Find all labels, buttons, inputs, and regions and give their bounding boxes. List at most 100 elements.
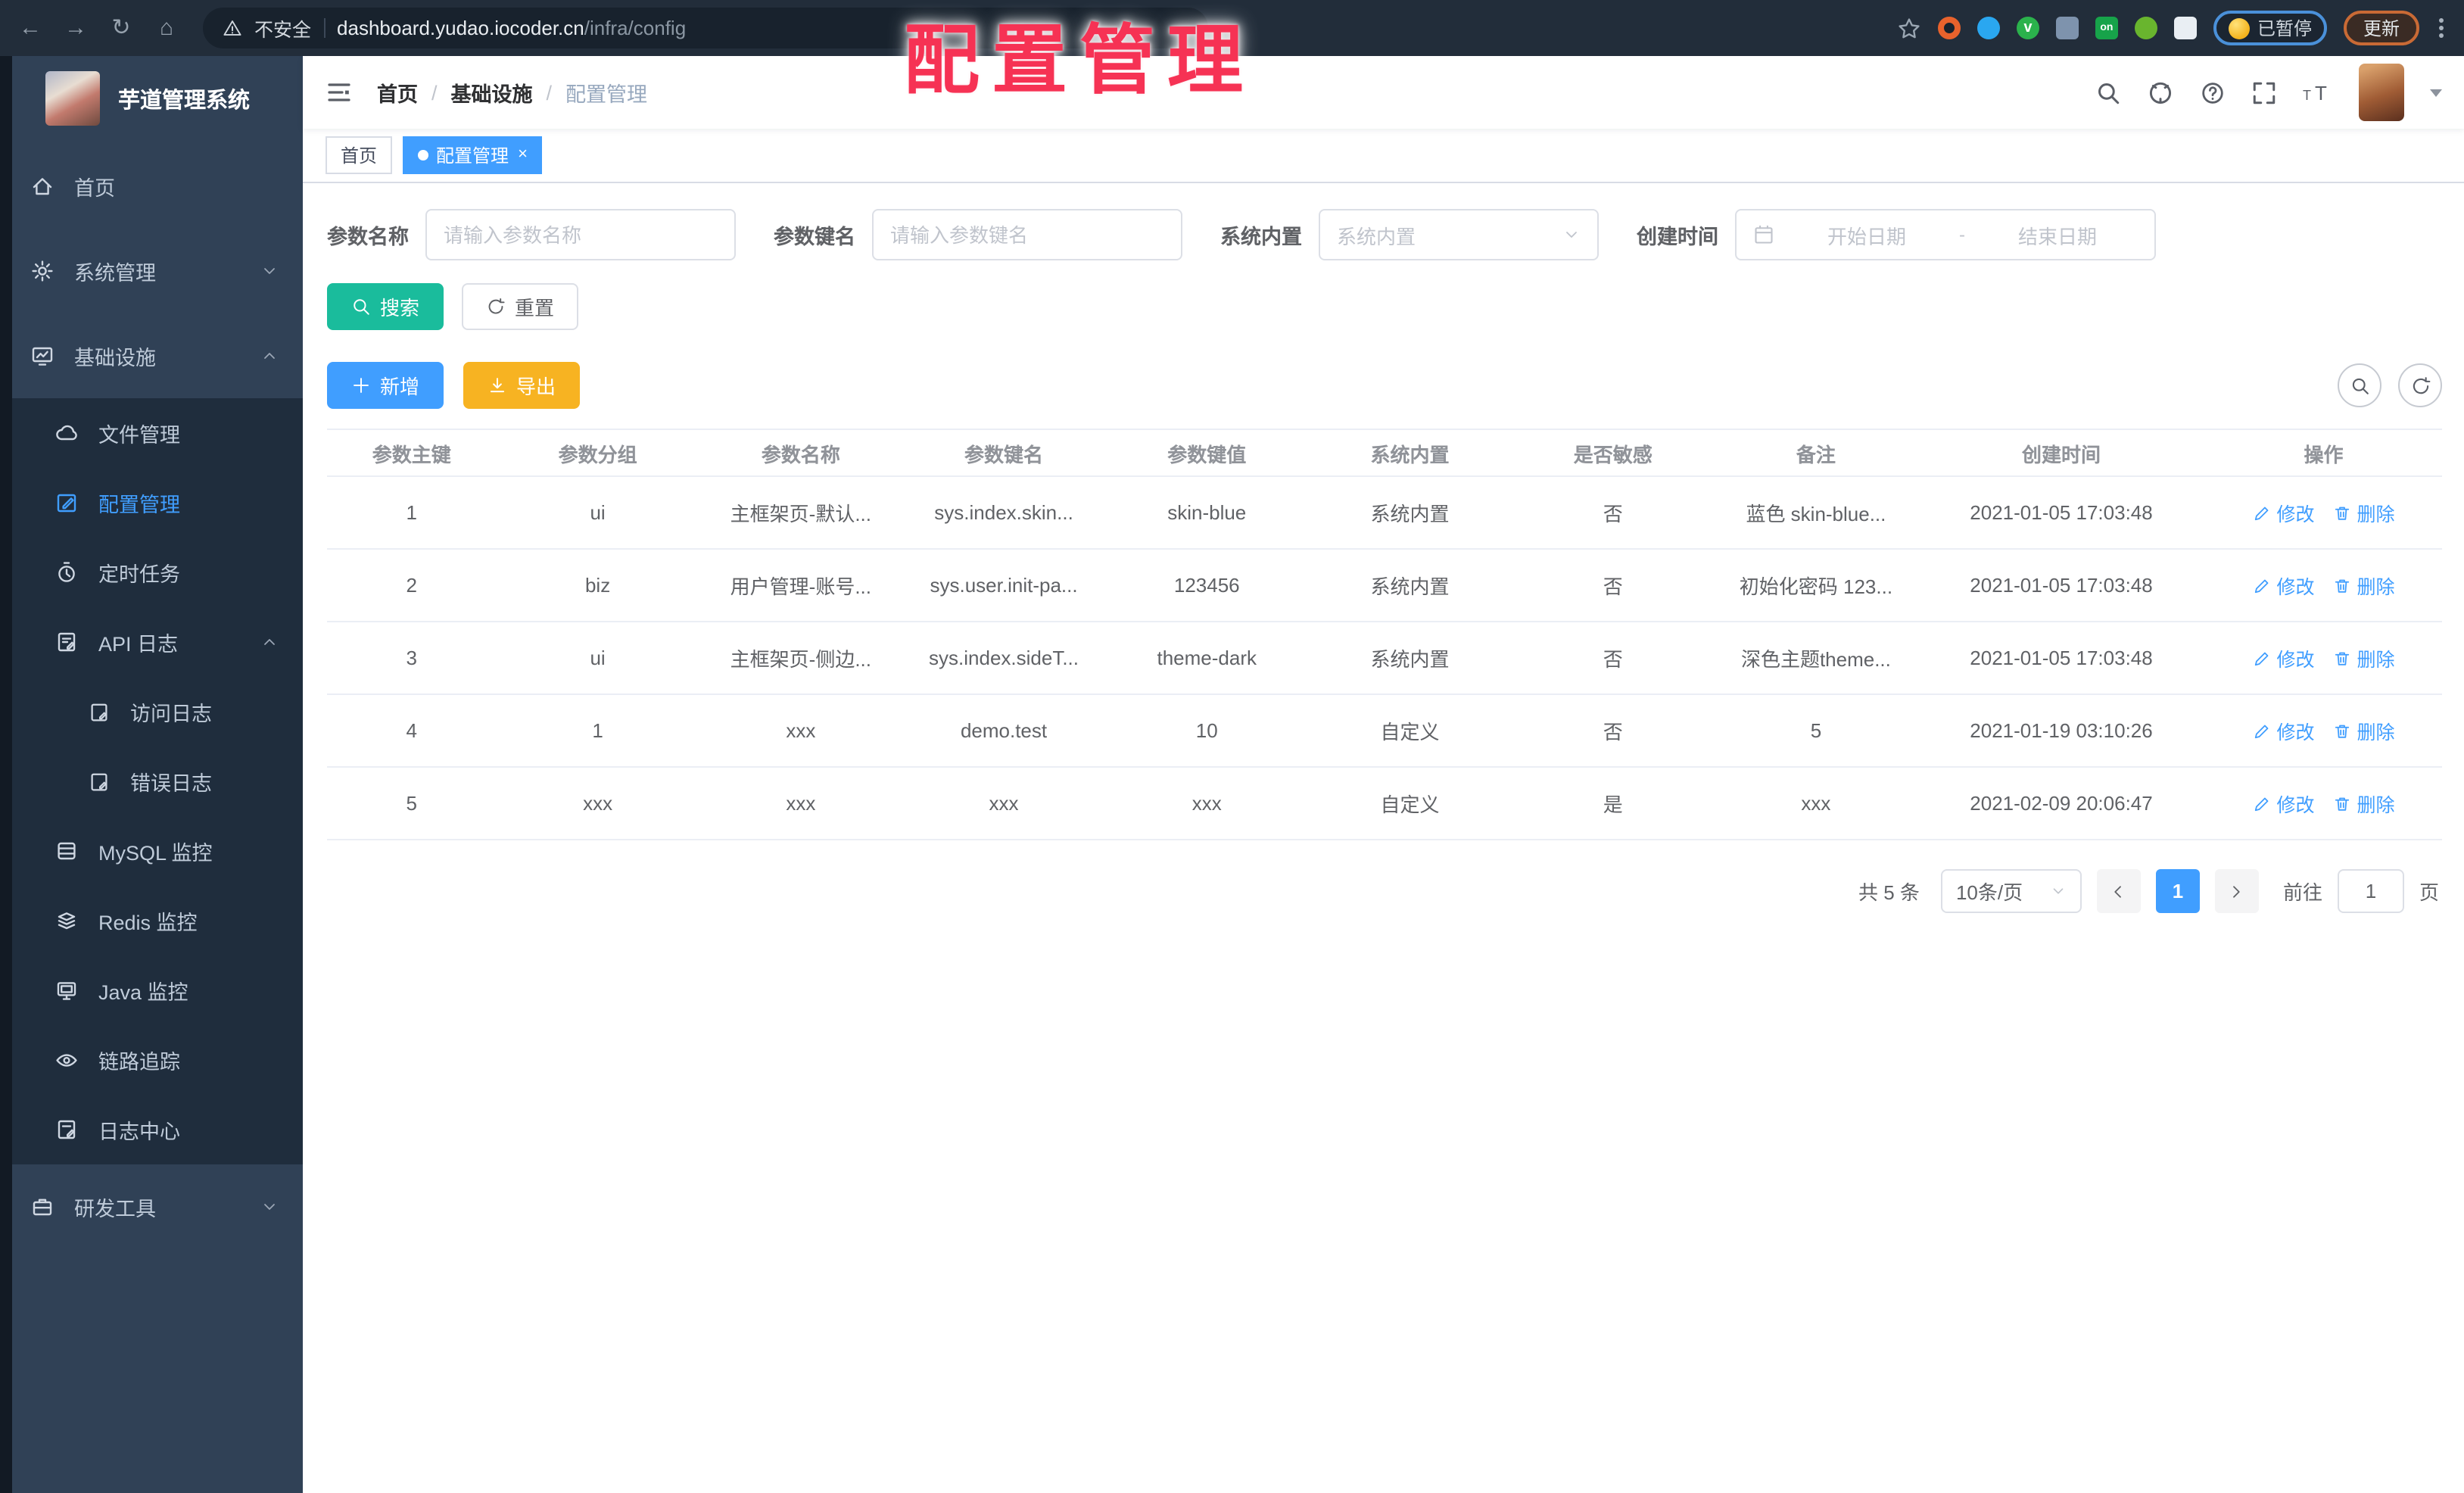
paused-badge[interactable]: 已暂停 [2213, 11, 2327, 45]
fullscreen-icon[interactable] [2251, 79, 2277, 105]
back-icon[interactable]: ← [18, 17, 42, 39]
edit-link[interactable]: 修改 [2252, 498, 2315, 527]
sidebar-item-apilog[interactable]: API 日志 [0, 607, 303, 677]
page-size-value: 10条/页 [1955, 881, 2023, 904]
github-icon[interactable] [2147, 79, 2174, 106]
delete-link[interactable]: 删除 [2333, 644, 2395, 672]
extension-icon[interactable] [1976, 17, 2000, 39]
delete-link[interactable]: 删除 [2333, 498, 2395, 527]
next-page-button[interactable] [2214, 869, 2259, 913]
export-button[interactable]: 导出 [463, 362, 581, 409]
tab-home[interactable]: 首页 [326, 136, 393, 174]
table-cell: 用户管理-账号... [699, 549, 902, 622]
extension-icon[interactable] [2055, 17, 2079, 39]
sidebar-item-config[interactable]: 配置管理 [0, 468, 303, 538]
breadcrumb-item[interactable]: 首页 [377, 77, 418, 108]
page-number-current[interactable]: 1 [2155, 869, 2200, 913]
reset-button[interactable]: 重置 [462, 283, 579, 330]
sidebar-item-mysql[interactable]: MySQL 监控 [0, 816, 303, 886]
tab-label: 首页 [341, 145, 378, 167]
chevron-down-icon [264, 268, 275, 274]
edit-link[interactable]: 修改 [2252, 789, 2315, 818]
monitor-chart-icon [32, 347, 53, 366]
sidebar-item-label: 链路追踪 [98, 1051, 180, 1074]
param-name-input[interactable] [444, 210, 718, 259]
date-start-placeholder: 开始日期 [1827, 225, 1906, 248]
table-cell: 主框架页-默认... [699, 476, 902, 550]
date-range-separator: - [1959, 224, 1965, 245]
eye-icon [56, 1054, 77, 1067]
sidebar-item-system[interactable]: 系统管理 [0, 229, 303, 313]
breadcrumb-item[interactable]: 基础设施 [451, 77, 533, 108]
sidebar-item-errorlog[interactable]: 错误日志 [0, 746, 303, 816]
calendar-icon [1755, 225, 1773, 244]
help-icon[interactable] [2200, 79, 2226, 105]
close-icon[interactable]: × [518, 146, 528, 164]
page-size-select[interactable]: 10条/页 [1940, 869, 2082, 913]
update-button[interactable]: 更新 [2343, 11, 2419, 45]
date-range-picker[interactable]: 开始日期 - 结束日期 [1735, 209, 2156, 260]
table-cell: 2021-01-19 03:10:26 [1917, 694, 2205, 768]
sidebar-item-accesslog[interactable]: 访问日志 [0, 677, 303, 746]
font-size-icon[interactable]: TT [2303, 80, 2333, 104]
extension-icon[interactable] [2134, 17, 2157, 39]
log-document-icon [91, 772, 107, 790]
search-button[interactable]: 搜索 [327, 283, 444, 330]
column-header: 参数名称 [699, 429, 902, 477]
toggle-search-button[interactable] [2338, 363, 2381, 407]
sidebar-item-label: Java 监控 [98, 981, 188, 1004]
sidebar-item-file[interactable]: 文件管理 [0, 398, 303, 468]
filter-label: 系统内置 [1220, 226, 1302, 248]
download-icon [490, 378, 505, 393]
builtin-select[interactable]: 系统内置 [1319, 209, 1599, 260]
app-logo-image [45, 71, 100, 126]
monitor-icon [57, 982, 76, 1000]
edit-link[interactable]: 修改 [2252, 644, 2315, 672]
briefcase-icon [33, 1198, 52, 1216]
sidebar-item-trace[interactable]: 链路追踪 [0, 1025, 303, 1095]
prev-page-button[interactable] [2096, 869, 2141, 913]
extension-icon[interactable] [1937, 17, 1961, 39]
extension-icon[interactable]: v [2016, 17, 2039, 39]
column-header: 备注 [1714, 429, 1918, 477]
table-cell-actions: 修改 删除 [2205, 622, 2442, 695]
user-menu-caret-icon[interactable] [2430, 89, 2442, 96]
sidebar-item-label: MySQL 监控 [98, 842, 213, 865]
bookmark-star-icon[interactable] [1897, 16, 1921, 40]
forward-icon[interactable]: → [64, 17, 88, 39]
sidebar-item-redis[interactable]: Redis 监控 [0, 886, 303, 955]
sidebar-item-logcenter[interactable]: 日志中心 [0, 1095, 303, 1164]
address-bar[interactable]: 不安全 dashboard.yudao.iocoder.cn/infra/con… [203, 8, 1208, 48]
table-cell-actions: 修改 删除 [2205, 476, 2442, 550]
extension-icon[interactable]: on [2095, 17, 2118, 39]
sidebar-item-infra[interactable]: 基础设施 [0, 313, 303, 398]
refresh-table-button[interactable] [2398, 363, 2442, 407]
button-label: 搜索 [380, 297, 420, 319]
sidebar-toggle-icon[interactable] [326, 79, 353, 106]
tab-config[interactable]: 配置管理 × [403, 136, 543, 174]
sidebar-item-java[interactable]: Java 监控 [0, 955, 303, 1025]
delete-link[interactable]: 删除 [2333, 571, 2395, 600]
reload-icon[interactable]: ↻ [109, 17, 133, 39]
delete-link[interactable]: 删除 [2333, 716, 2395, 745]
sidebar-item-devtool[interactable]: 研发工具 [0, 1164, 303, 1249]
table-cell: 系统内置 [1308, 476, 1512, 550]
app-logo-row[interactable]: 芋道管理系统 [0, 56, 303, 141]
table-cell: 1 [327, 476, 497, 550]
edit-link[interactable]: 修改 [2252, 716, 2315, 745]
sidebar-item-job[interactable]: 定时任务 [0, 538, 303, 607]
add-button[interactable]: 新增 [327, 362, 444, 409]
user-avatar[interactable] [2359, 64, 2404, 121]
home-nav-icon[interactable]: ⌂ [154, 17, 179, 39]
edit-link[interactable]: 修改 [2252, 571, 2315, 600]
sidebar-item-home[interactable]: 首页 [0, 144, 303, 229]
browser-menu-icon[interactable] [2436, 15, 2447, 41]
sidebar-item-label: 基础设施 [74, 347, 156, 369]
param-key-input[interactable] [890, 210, 1164, 259]
extensions-puzzle-icon[interactable] [2173, 17, 2197, 39]
delete-link[interactable]: 删除 [2333, 789, 2395, 818]
chevron-right-icon [2234, 885, 2241, 897]
goto-page-input[interactable] [2337, 869, 2404, 913]
filter-name: 参数名称 [327, 209, 736, 260]
search-icon[interactable] [2095, 79, 2121, 105]
